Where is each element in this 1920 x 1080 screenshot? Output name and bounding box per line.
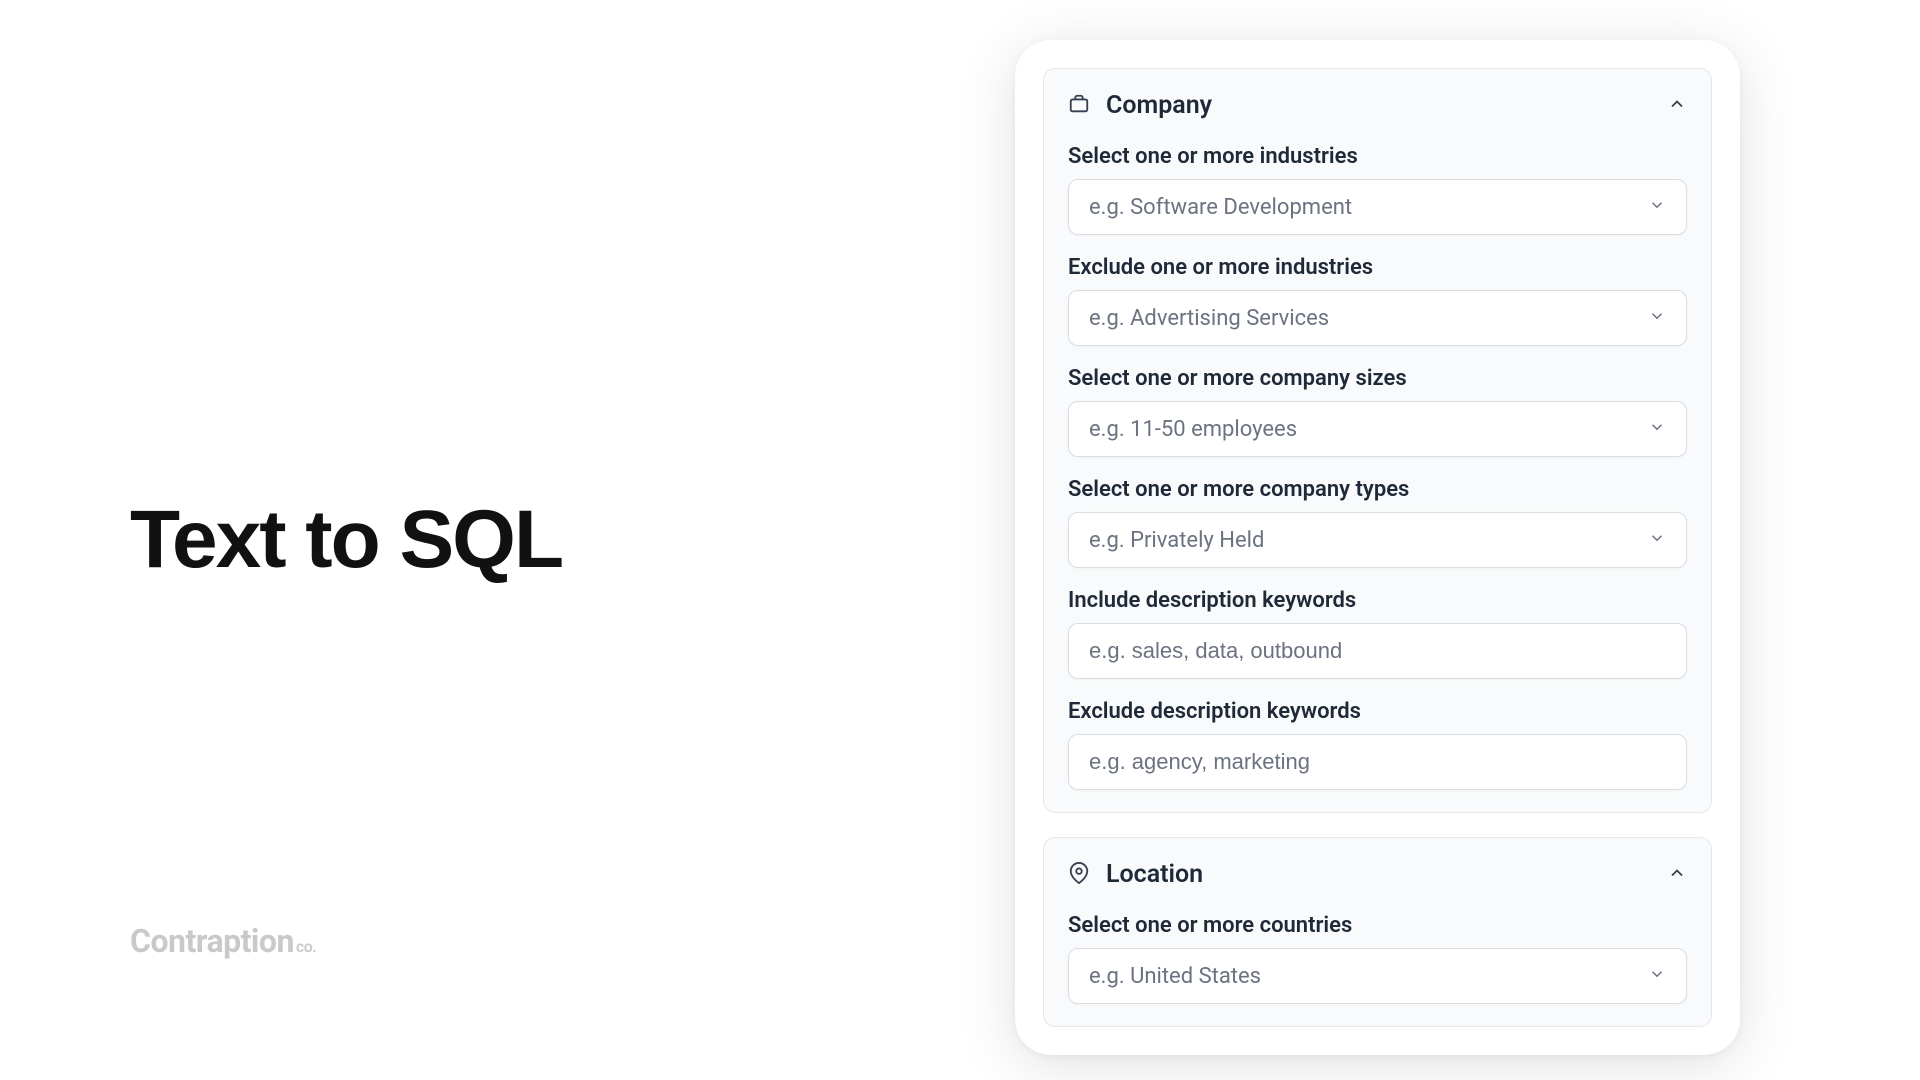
briefcase-icon — [1068, 93, 1090, 119]
exclude-industries-placeholder: e.g. Advertising Services — [1089, 306, 1329, 331]
location-section-body: Select one or more countries e.g. United… — [1068, 913, 1687, 1004]
industries-select[interactable]: e.g. Software Development — [1068, 179, 1687, 235]
chevron-down-icon — [1648, 965, 1666, 987]
brand-logo: Contraption co. — [130, 922, 316, 960]
brand-main: Contraption — [130, 922, 294, 960]
chevron-down-icon — [1648, 418, 1666, 440]
company-types-placeholder: e.g. Privately Held — [1089, 528, 1264, 553]
exclude-keywords-input-wrapper — [1068, 734, 1687, 790]
filter-panel: Company Select one or more industries e.… — [1015, 40, 1740, 1055]
company-sizes-select[interactable]: e.g. 11-50 employees — [1068, 401, 1687, 457]
include-keywords-label: Include description keywords — [1068, 588, 1687, 613]
include-keywords-input[interactable] — [1089, 638, 1666, 664]
location-section-header[interactable]: Location — [1068, 860, 1687, 889]
company-sizes-label: Select one or more company sizes — [1068, 366, 1687, 391]
company-types-field: Select one or more company types e.g. Pr… — [1068, 477, 1687, 568]
chevron-up-icon — [1667, 863, 1687, 887]
brand-suffix: co. — [296, 937, 316, 956]
industries-placeholder: e.g. Software Development — [1089, 195, 1352, 220]
company-types-select[interactable]: e.g. Privately Held — [1068, 512, 1687, 568]
location-section: Location Select one or more countries e.… — [1043, 837, 1712, 1027]
chevron-down-icon — [1648, 196, 1666, 218]
exclude-industries-field: Exclude one or more industries e.g. Adve… — [1068, 255, 1687, 346]
exclude-industries-select[interactable]: e.g. Advertising Services — [1068, 290, 1687, 346]
page-heading: Text to SQL — [130, 499, 730, 581]
exclude-keywords-input[interactable] — [1089, 749, 1666, 775]
company-section: Company Select one or more industries e.… — [1043, 68, 1712, 813]
location-title-group: Location — [1068, 860, 1203, 889]
include-keywords-field: Include description keywords — [1068, 588, 1687, 679]
company-sizes-field: Select one or more company sizes e.g. 11… — [1068, 366, 1687, 457]
countries-select[interactable]: e.g. United States — [1068, 948, 1687, 1004]
industries-label: Select one or more industries — [1068, 144, 1687, 169]
chevron-up-icon — [1667, 94, 1687, 118]
company-section-header[interactable]: Company — [1068, 91, 1687, 120]
include-keywords-input-wrapper — [1068, 623, 1687, 679]
company-sizes-placeholder: e.g. 11-50 employees — [1089, 417, 1297, 442]
countries-placeholder: e.g. United States — [1089, 964, 1261, 989]
company-section-body: Select one or more industries e.g. Softw… — [1068, 144, 1687, 790]
exclude-industries-label: Exclude one or more industries — [1068, 255, 1687, 280]
industries-field: Select one or more industries e.g. Softw… — [1068, 144, 1687, 235]
countries-label: Select one or more countries — [1068, 913, 1687, 938]
chevron-down-icon — [1648, 529, 1666, 551]
company-types-label: Select one or more company types — [1068, 477, 1687, 502]
company-section-title: Company — [1106, 91, 1212, 120]
countries-field: Select one or more countries e.g. United… — [1068, 913, 1687, 1004]
exclude-keywords-field: Exclude description keywords — [1068, 699, 1687, 790]
exclude-keywords-label: Exclude description keywords — [1068, 699, 1687, 724]
company-title-group: Company — [1068, 91, 1212, 120]
location-section-title: Location — [1106, 860, 1203, 889]
chevron-down-icon — [1648, 307, 1666, 329]
map-pin-icon — [1068, 862, 1090, 888]
